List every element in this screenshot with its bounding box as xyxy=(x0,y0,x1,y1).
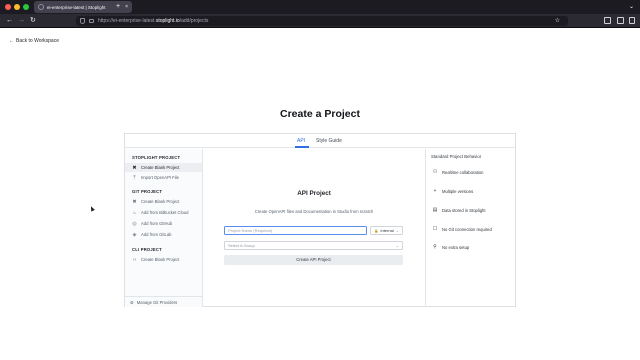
close-tab-icon[interactable]: × xyxy=(125,4,128,10)
project-name-input[interactable]: Project Name (Required) xyxy=(224,226,367,235)
zoom-window-icon[interactable] xyxy=(23,4,29,10)
sidebar-item-label: Create Blank Project xyxy=(141,199,180,204)
create-project-card: API Style Guide STOPLIGHT PROJECT ✖ Crea… xyxy=(124,133,516,307)
sidebar-item-bitbucket[interactable]: ⌂ Add from Bitbucket Cloud xyxy=(125,208,202,217)
api-project-form: API Project Create OpenAPI files and Doc… xyxy=(203,149,425,307)
tab-style-guide[interactable]: Style Guide xyxy=(316,138,342,144)
cli-project-heading: CLI PROJECT xyxy=(132,247,162,252)
group-select[interactable]: Select A Group ⌄ xyxy=(224,241,403,250)
feature-label: No extra setup xyxy=(442,244,470,250)
page-title: Create a Project xyxy=(280,108,360,120)
close-window-icon[interactable] xyxy=(5,4,11,10)
address-bar[interactable]: https://ei-enterprise-latest.stoplight.i… xyxy=(76,16,568,26)
url-text[interactable]: https://ei-enterprise-latest.stoplight.i… xyxy=(98,18,208,24)
sidebar-item-gitlab[interactable]: ◈ Add from GitLab xyxy=(125,230,202,239)
tab-api[interactable]: API xyxy=(297,138,305,144)
tab-list-chevron-icon[interactable]: ⌄ xyxy=(629,2,634,12)
feature-item: ⚇ Realtime collaboration xyxy=(432,169,484,175)
minimize-window-icon[interactable] xyxy=(14,4,20,10)
visibility-value: Internal xyxy=(380,228,394,233)
back-to-workspace-link[interactable]: ← Back to Workspace xyxy=(9,38,59,44)
bookmark-star-icon[interactable]: ☆ xyxy=(555,16,560,26)
window-controls xyxy=(5,4,29,10)
url-prefix: https://ei-enterprise-latest. xyxy=(98,18,156,24)
mouse-cursor-icon xyxy=(89,205,95,212)
sidebar-item-github[interactable]: ◎ Add from GitHub xyxy=(125,219,202,228)
gear-icon: ⚙ xyxy=(130,299,134,305)
upload-icon: ⤒ xyxy=(133,174,136,181)
lock-icon: 🔒 xyxy=(374,228,379,233)
form-heading: API Project xyxy=(297,190,331,197)
form-description: Create OpenAPI files and Documentation i… xyxy=(254,209,374,214)
stoplight-project-heading: STOPLIGHT PROJECT xyxy=(132,155,181,160)
lock-icon[interactable] xyxy=(89,19,94,23)
feature-label: Multiple versions xyxy=(442,188,474,194)
behavior-heading: Standard Project Behavior xyxy=(431,154,482,159)
browser-navigation-bar: ← → ↻ https://ei-enterprise-latest.stopl… xyxy=(0,14,640,28)
sidebar-item-label: Add from GitLab xyxy=(141,232,172,237)
checkbox-icon: ☐ xyxy=(432,226,438,232)
stoplight-favicon-icon xyxy=(38,4,44,10)
chevron-down-icon: ⌄ xyxy=(395,228,399,233)
sidebar-item-label: Import OpenAPI File xyxy=(141,175,179,180)
feature-item: ▤ Data stored in Stoplight xyxy=(432,207,486,213)
extension-icon[interactable] xyxy=(617,17,624,24)
menu-icon[interactable] xyxy=(629,17,635,24)
sidebar-item-git-create-blank[interactable]: ✖ Create Blank Project xyxy=(125,197,202,206)
users-icon: ⚇ xyxy=(432,169,438,175)
database-icon: ▤ xyxy=(432,207,438,213)
reload-icon[interactable]: ↻ xyxy=(30,16,36,26)
sidebar-item-import-openapi[interactable]: ⤒ Import OpenAPI File xyxy=(125,173,202,182)
feature-item: ☐ No Git connection required xyxy=(432,226,492,232)
forward-arrow-icon[interactable]: → xyxy=(18,16,25,26)
project-behavior-panel: Standard Project Behavior ⚇ Realtime col… xyxy=(425,149,515,307)
feature-label: Data stored in Stoplight xyxy=(442,207,486,213)
github-icon: ◎ xyxy=(132,220,137,227)
feature-item: ⚲ No extra setup xyxy=(432,244,469,250)
sidebar-item-label: Add from Bitbucket Cloud xyxy=(141,210,189,215)
create-api-project-button[interactable]: Create API Project xyxy=(224,255,403,265)
group-select-placeholder: Select A Group xyxy=(228,243,255,248)
tracking-shield-icon[interactable] xyxy=(80,18,85,24)
sidebar-item-label: Add from GitHub xyxy=(141,221,173,226)
active-tab-indicator xyxy=(295,146,309,148)
manage-git-providers-label: Manage Git Providers xyxy=(136,299,178,305)
new-tab-button[interactable]: + xyxy=(116,2,120,12)
sidebar-item-stoplight-create-blank[interactable]: ✖ Create Blank Project xyxy=(125,163,202,172)
bitbucket-icon: ⌂ xyxy=(132,209,137,216)
browser-tab-title: ei-enterprise-latest | Stoplight xyxy=(47,4,106,10)
feature-label: Realtime collaboration xyxy=(442,169,484,175)
rocket-icon: ⚲ xyxy=(433,244,437,250)
manage-git-providers-link[interactable]: ⚙ Manage Git Providers xyxy=(125,296,202,307)
back-arrow-icon[interactable]: ← xyxy=(6,16,13,26)
sidebar-item-label: Create Blank Project xyxy=(141,165,180,170)
chevron-down-icon: ⌄ xyxy=(395,243,399,248)
project-type-tabs: API Style Guide xyxy=(125,134,515,148)
back-to-workspace-label: Back to Workspace xyxy=(16,38,59,44)
git-project-heading: GIT PROJECT xyxy=(132,189,163,194)
arrow-left-icon: ← xyxy=(9,38,14,44)
visibility-select[interactable]: 🔒 Internal ⌄ xyxy=(370,226,403,235)
browser-tab-bar: ei-enterprise-latest | Stoplight × + ⌄ xyxy=(0,0,640,14)
branch-icon: ⑂ xyxy=(433,188,437,194)
project-source-sidebar: STOPLIGHT PROJECT ✖ Create Blank Project… xyxy=(125,149,203,307)
pocket-icon[interactable] xyxy=(604,17,611,24)
stoplight-icon: ✖ xyxy=(132,164,137,171)
feature-item: ⑂ Multiple versions xyxy=(432,188,473,194)
url-domain: stoplight.io xyxy=(155,18,180,24)
stoplight-icon: ✖ xyxy=(132,198,137,205)
code-icon: ‹› xyxy=(132,256,137,263)
sidebar-item-label: Create Blank Project xyxy=(141,257,180,262)
gitlab-icon: ◈ xyxy=(132,231,137,238)
url-path: /add/projects xyxy=(179,18,209,24)
sidebar-item-cli-create-blank[interactable]: ‹› Create Blank Project xyxy=(125,255,202,264)
feature-label: No Git connection required xyxy=(442,226,492,232)
